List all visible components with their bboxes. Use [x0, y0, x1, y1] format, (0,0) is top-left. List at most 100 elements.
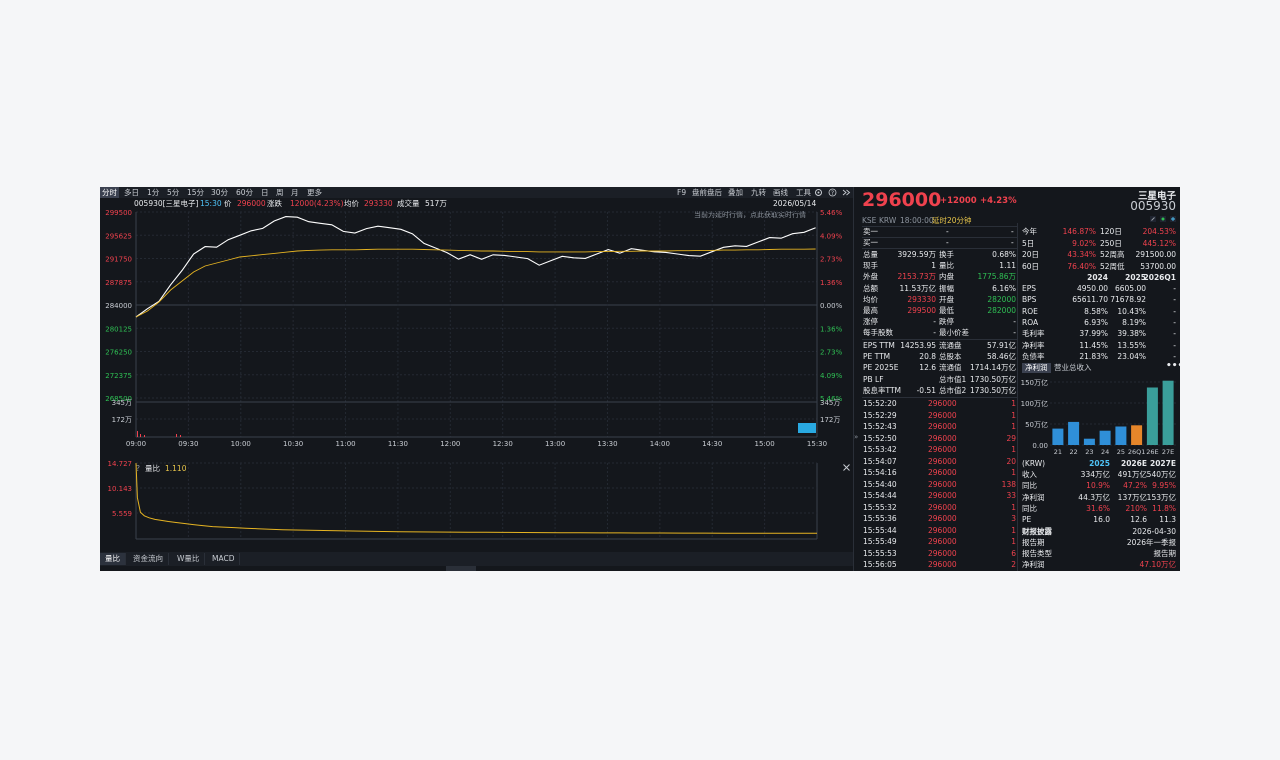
tick-price: 296000 — [928, 410, 957, 420]
performance-value: 76.40% — [1067, 261, 1096, 271]
valuation-value: 1714.14万亿 — [969, 363, 1016, 373]
price-label: 价 — [224, 199, 232, 208]
ratio-tick-label: 5.559 — [112, 510, 132, 518]
collapse-arrows-icon[interactable] — [842, 188, 851, 197]
profit-bar[interactable] — [1068, 421, 1080, 445]
change-value: 12000(4.23%) — [290, 199, 344, 208]
tools-button[interactable]: 工具 — [796, 187, 811, 198]
price-tick-label: 295625 — [105, 232, 132, 240]
performance-label: 今年 — [1022, 227, 1037, 236]
profit-bar-chart[interactable]: 150万亿 100万亿 50万亿 0.00 21 22 23 24 25 26Q1 26E 27E — [1020, 375, 1178, 457]
period-tab-5m[interactable]: 5分 — [167, 187, 179, 198]
period-tab-60m[interactable]: 60分 — [236, 187, 253, 198]
intraday-price-chart[interactable]: 299500 295625 291750 287875 284000 280125 2762… — [100, 209, 853, 455]
performance-value: 43.34% — [1067, 250, 1096, 259]
tick-price: 296000 — [928, 537, 957, 546]
overlay-button[interactable]: 叠加 — [728, 187, 743, 198]
valuation-value: 20.8 — [919, 352, 936, 362]
profit-bar[interactable] — [1131, 425, 1143, 445]
panel-resize-handle[interactable] — [446, 566, 476, 571]
delay-badge: 延时20分钟 — [932, 216, 972, 225]
stat-label: 总额 — [863, 283, 878, 293]
profit-bar[interactable] — [1146, 387, 1158, 446]
ratio-help-icon[interactable]: ? — [136, 463, 140, 474]
financial-value: 6605.00 — [1114, 284, 1146, 293]
tab-macd[interactable]: MACD — [207, 553, 241, 565]
report-period: 2026年一季报 — [1126, 538, 1176, 547]
tick-price: 296000 — [928, 548, 957, 558]
forecast-header: 2027E — [1150, 459, 1176, 468]
ratio-tick-label: 14.727 — [108, 461, 133, 468]
f9-button[interactable]: F9 — [677, 187, 686, 198]
svg-text:?: ? — [831, 190, 834, 197]
period-tab-more[interactable]: 更多 — [307, 187, 322, 198]
tab-revenue[interactable]: 营业总收入 — [1054, 363, 1092, 373]
volume-bars — [137, 431, 181, 437]
stat-label: 开盘 — [939, 294, 954, 304]
tab-net-profit[interactable]: 净利润 — [1022, 363, 1051, 373]
performance-label: 20日 — [1022, 250, 1040, 259]
currency: KRW — [879, 216, 897, 225]
panel-action-icons[interactable] — [1150, 216, 1178, 223]
tab-volume-ratio[interactable]: 量比 — [100, 553, 126, 565]
period-tab-1m[interactable]: 1分 — [147, 187, 159, 198]
financial-value: 65611.70 — [1072, 295, 1108, 305]
ratio-title: 量比 — [145, 464, 160, 473]
tick-price: 296000 — [928, 422, 957, 431]
tick-volume: 3 — [1011, 514, 1016, 523]
period-tab-month[interactable]: 月 — [291, 187, 299, 198]
stat-label: 最高 — [863, 306, 878, 315]
more-icon[interactable]: ••• — [1166, 361, 1180, 371]
side-collapse-arrow-icon[interactable]: » — [854, 433, 858, 441]
tab-w-volume-ratio[interactable]: W量比 — [172, 553, 206, 565]
period-tab-30m[interactable]: 30分 — [211, 187, 228, 198]
profit-bar[interactable] — [1115, 426, 1127, 446]
draw-line-button[interactable]: 画线 — [773, 187, 788, 198]
performance-label: 120日 — [1100, 227, 1122, 236]
period-tab-week[interactable]: 周 — [276, 187, 284, 198]
profit-bar[interactable] — [1099, 430, 1111, 445]
pre-post-market-button[interactable]: 盘前盘后 — [692, 187, 722, 198]
valuation-label: 流通盘 — [939, 341, 962, 350]
ratio-line — [135, 463, 817, 534]
financial-value: 4950.00 — [1076, 284, 1108, 293]
financial-value: - — [1173, 306, 1176, 316]
tick-price: 296000 — [928, 468, 957, 477]
time-tick-label: 09:30 — [178, 440, 198, 448]
stat-label: 量比 — [939, 261, 954, 271]
forecast-label: 净利润 — [1022, 492, 1045, 502]
gear-icon[interactable] — [814, 188, 823, 197]
time-tick-label: 12:00 — [440, 440, 460, 448]
forecast-value: 11.3 — [1159, 515, 1176, 525]
percent-tick-label: 0.00% — [820, 302, 843, 310]
bar-category-label: 23 — [1085, 448, 1093, 456]
time-tick-label: 11:00 — [335, 440, 355, 448]
stock-code: 005930 — [1130, 199, 1176, 213]
help-icon[interactable]: ? — [828, 188, 837, 197]
period-tab-day[interactable]: 日 — [261, 187, 269, 198]
stat-label: 最低 — [939, 306, 954, 315]
forecast-header: (KRW) — [1022, 459, 1046, 468]
stat-value: - — [1013, 317, 1016, 327]
volume-ratio-chart[interactable]: 14.727 10.143 5.559 — [100, 461, 853, 553]
volume-tick-label: 172万 — [112, 416, 132, 424]
stat-value: 6.16% — [992, 283, 1016, 293]
tick-volume: 1 — [1011, 468, 1016, 477]
tab-capital-flow[interactable]: 资金流向 — [128, 553, 169, 565]
stat-value: 1 — [931, 261, 936, 271]
profit-bar[interactable] — [1083, 438, 1095, 445]
period-tab-15m[interactable]: 15分 — [187, 187, 204, 198]
time-tick-label: 13:30 — [597, 440, 617, 448]
buy1-volume: - — [1011, 238, 1014, 247]
period-tab-multiday[interactable]: 多日 — [124, 187, 139, 198]
nine-turn-button[interactable]: 九转 — [751, 187, 766, 198]
bar-tick-label: 0.00 — [1032, 442, 1048, 450]
stat-label: 现手 — [863, 261, 878, 271]
period-tab-intraday[interactable]: 分时 — [100, 187, 119, 198]
financial-value: - — [1173, 340, 1176, 350]
profit-bar[interactable] — [1052, 428, 1064, 445]
profit-bar[interactable] — [1162, 380, 1174, 445]
tick-time: 15:53:42 — [863, 445, 897, 454]
close-icon[interactable] — [842, 463, 851, 472]
performance-label: 52周低 — [1100, 261, 1125, 271]
